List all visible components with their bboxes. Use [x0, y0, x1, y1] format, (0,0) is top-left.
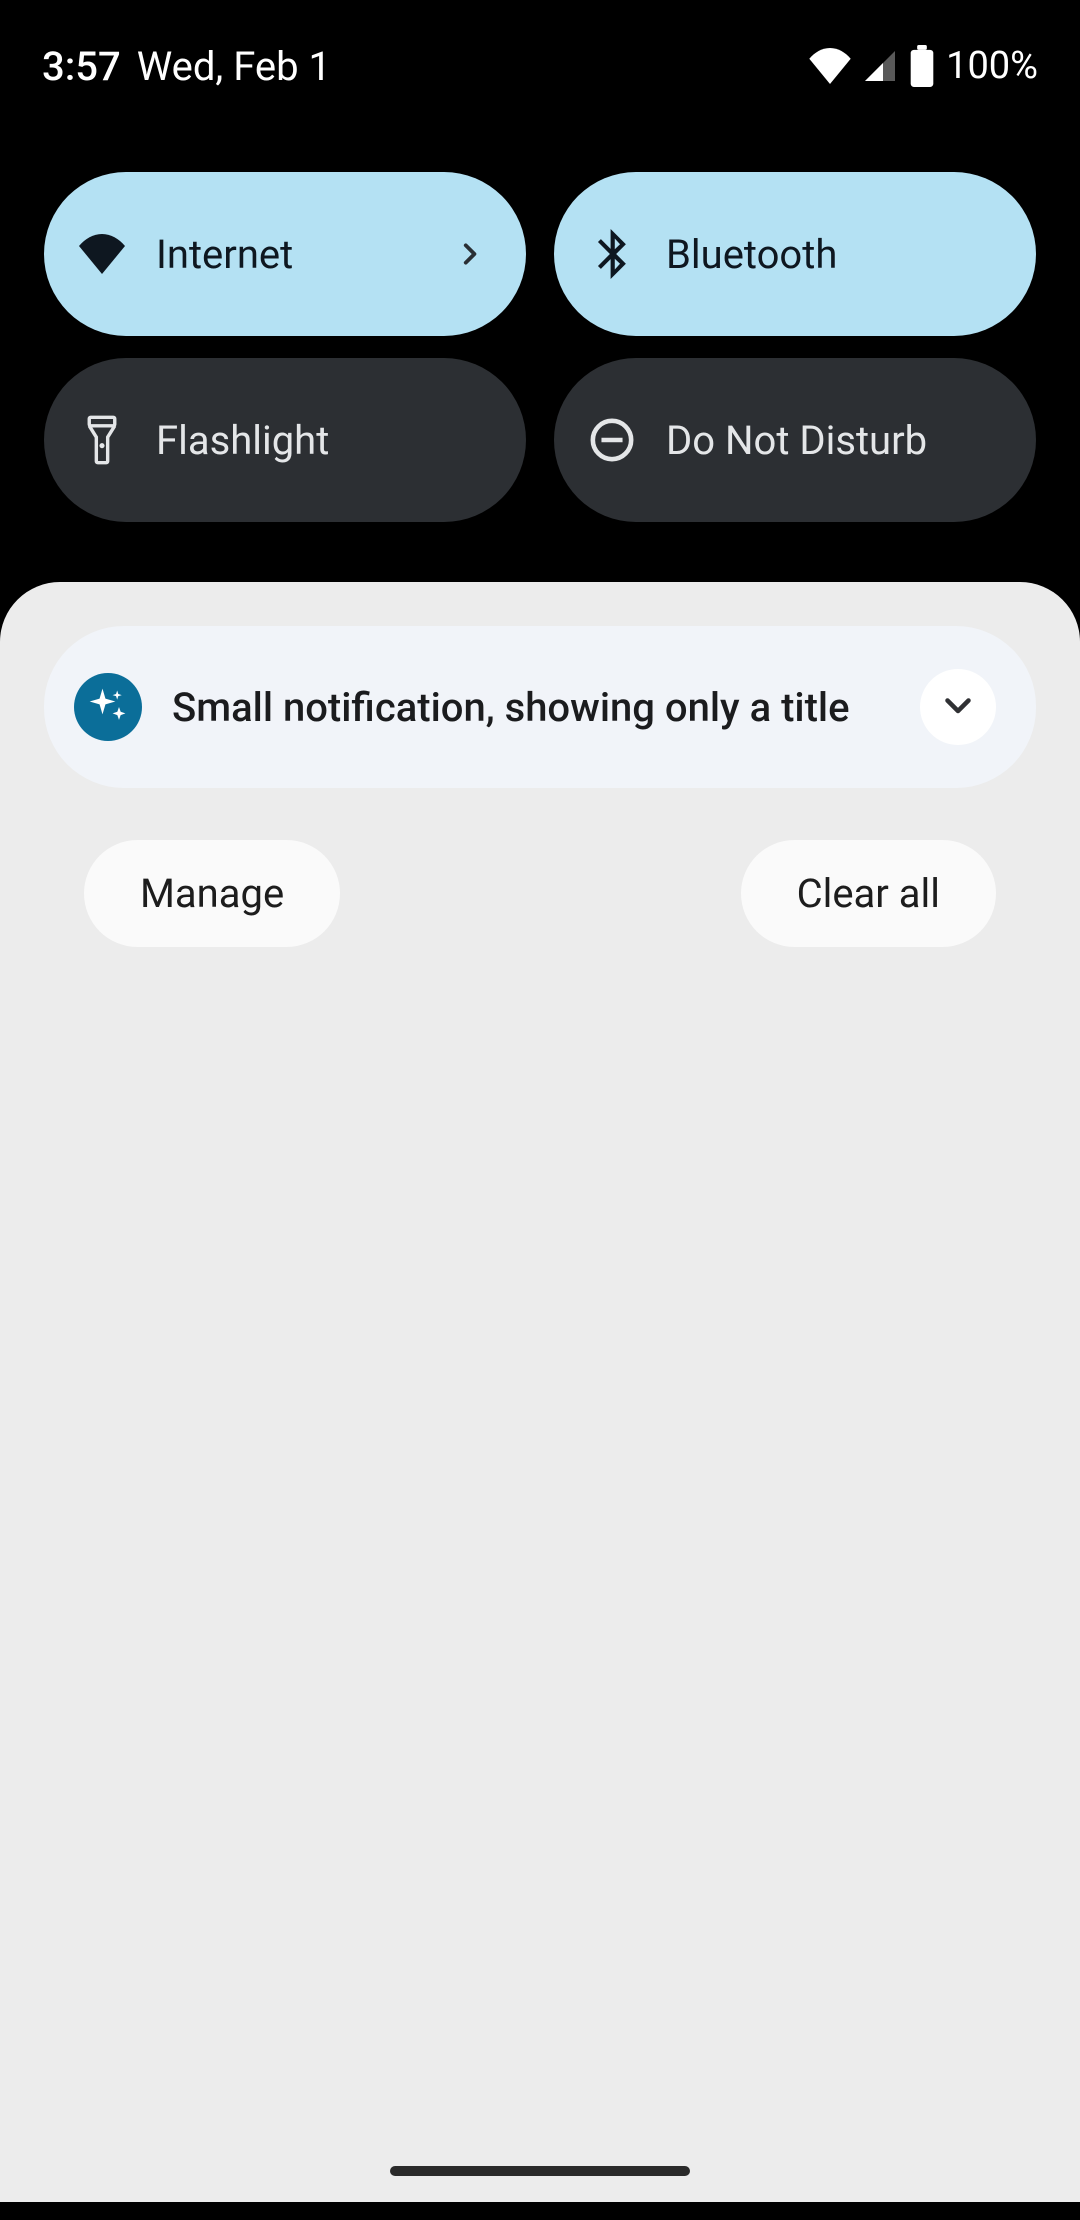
expand-button[interactable] [920, 669, 996, 745]
bluetooth-icon [584, 229, 640, 279]
notification-shade: Small notification, showing only a title… [0, 582, 1080, 2202]
status-bar: 3:57 Wed, Feb 1 100% [0, 0, 1080, 100]
qs-tile-label: Flashlight [156, 417, 486, 464]
chevron-right-icon [452, 241, 486, 267]
battery-percentage: 100% [946, 44, 1038, 88]
quick-settings-panel: Internet Bluetooth Flashlight Do Not Dis [0, 100, 1080, 582]
clear-all-button[interactable]: Clear all [741, 840, 996, 947]
do-not-disturb-icon [584, 417, 640, 463]
notification-title: Small notification, showing only a title [172, 684, 890, 731]
status-right: 100% [808, 44, 1038, 88]
qs-tile-label: Bluetooth [666, 231, 996, 278]
qs-dnd-tile[interactable]: Do Not Disturb [554, 358, 1036, 522]
clock: 3:57 [42, 43, 121, 90]
notification-card[interactable]: Small notification, showing only a title [44, 626, 1036, 788]
wifi-icon [74, 234, 130, 274]
qs-tile-label: Internet [156, 231, 426, 278]
battery-icon [908, 45, 936, 87]
qs-flashlight-tile[interactable]: Flashlight [44, 358, 526, 522]
qs-internet-tile[interactable]: Internet [44, 172, 526, 336]
qs-bluetooth-tile[interactable]: Bluetooth [554, 172, 1036, 336]
cellular-signal-icon [860, 48, 900, 84]
sparkle-icon [74, 673, 142, 741]
chevron-down-icon [940, 687, 976, 727]
gesture-nav-handle[interactable] [390, 2166, 690, 2176]
date: Wed, Feb 1 [137, 43, 331, 90]
flashlight-icon [74, 414, 130, 466]
notification-actions: Manage Clear all [44, 840, 1036, 947]
manage-button[interactable]: Manage [84, 840, 340, 947]
wifi-icon [808, 48, 852, 84]
status-left: 3:57 Wed, Feb 1 [42, 43, 331, 90]
qs-tile-label: Do Not Disturb [666, 417, 996, 464]
